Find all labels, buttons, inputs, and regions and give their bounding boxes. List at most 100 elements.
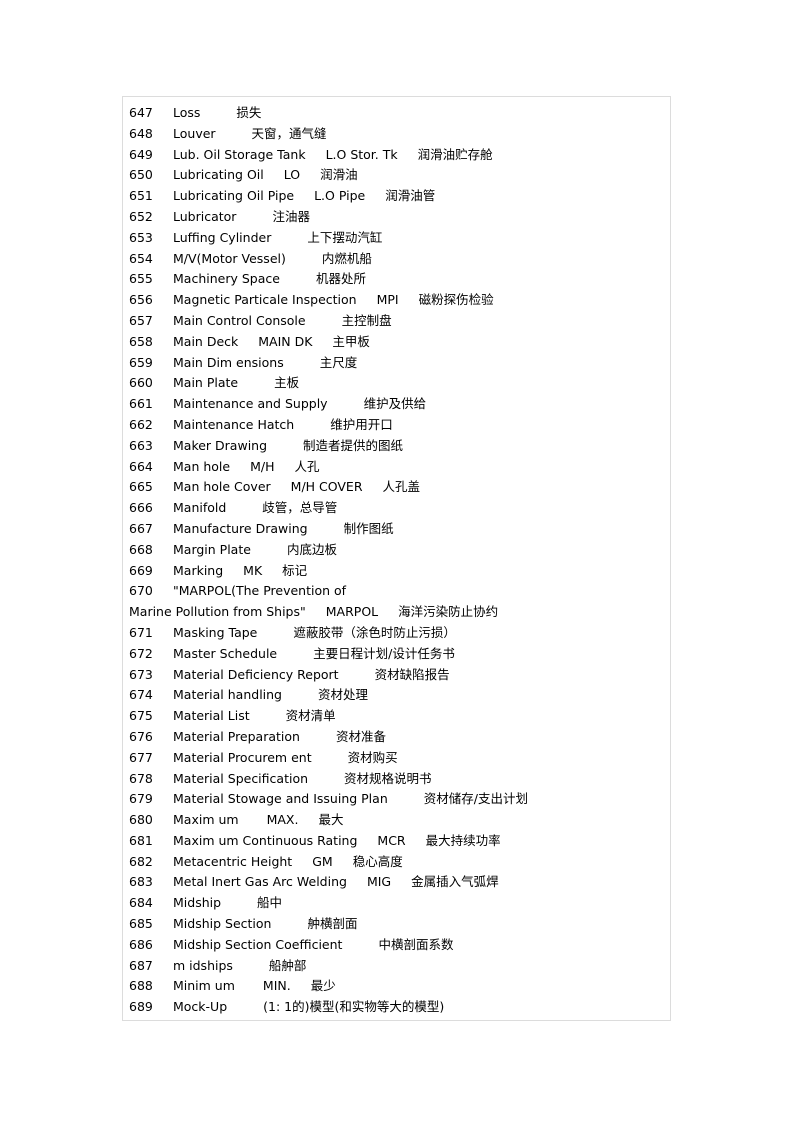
entry-term: Material Procurem ent	[173, 749, 312, 765]
glossary-entry: 648 Louver 天窗，通气缝	[129, 124, 670, 145]
entry-term: Loss	[173, 105, 201, 120]
entry-abbreviation: MAX.	[266, 812, 299, 828]
entry-chinese-translation: 机器处所	[315, 271, 366, 287]
entry-term: Metal Inert Gas Arc Welding	[173, 874, 347, 890]
glossary-entry: 685 Midship Section 舯横剖面	[129, 914, 670, 935]
entry-term: M/V(Motor Vessel)	[173, 250, 286, 266]
glossary-entry: 680 Maxim um MAX. 最大	[129, 810, 670, 831]
entry-term: Luffing Cylinder	[173, 229, 272, 245]
entry-chinese-translation: 中横剖面系数	[378, 936, 454, 952]
entry-chinese-translation: 主尺度	[319, 354, 358, 370]
entry-term: Metacentric Height	[173, 853, 293, 869]
entry-chinese-translation: 最大持续功率	[425, 832, 501, 848]
entry-abbreviation: MK	[243, 562, 263, 578]
entry-number: 684	[129, 895, 153, 911]
entry-number: 686	[129, 936, 153, 952]
glossary-entry: 673 Material Deficiency Report 资材缺陷报告	[129, 665, 670, 686]
entry-term: Master Schedule	[173, 645, 278, 661]
glossary-entry: 665 Man hole Cover M/H COVER 人孔盖	[129, 477, 670, 498]
glossary-entry: 664 Man hole M/H 人孔	[129, 457, 670, 478]
entry-chinese-translation: 船中	[257, 895, 283, 911]
entry-chinese-translation: 润滑油贮存舱	[417, 146, 493, 162]
entry-abbreviation: LO	[283, 167, 301, 183]
entry-abbreviation: L.O Stor. Tk	[325, 146, 398, 162]
entry-chinese-translation: 内燃机船	[321, 250, 372, 266]
entry-term: Machinery Space	[173, 271, 280, 287]
entry-number: 677	[129, 749, 153, 765]
glossary-entry: 651 Lubricating Oil Pipe L.O Pipe 润滑油管	[129, 186, 670, 207]
glossary-entry: 662 Maintenance Hatch 维护用开口	[129, 415, 670, 436]
entry-number: 674	[129, 687, 153, 703]
glossary-entry: 689 Mock-Up (1: 1的)模型(和实物等大的模型)	[129, 997, 670, 1018]
entry-term: Margin Plate	[173, 541, 251, 557]
entry-number: 673	[129, 666, 153, 682]
entry-term: Maker Drawing	[173, 437, 268, 453]
entry-abbreviation: M/H COVER	[290, 479, 363, 495]
entry-abbreviation: GM	[312, 853, 333, 869]
entry-number: 675	[129, 708, 153, 724]
entry-term: Marine Pollution from Ships"	[129, 604, 306, 620]
entry-number: 667	[129, 520, 153, 536]
entry-chinese-translation: 资材储存/支出计划	[423, 791, 528, 807]
glossary-entry: 652 Lubricator 注油器	[129, 207, 670, 228]
entry-term: Man hole	[173, 458, 231, 474]
entry-term: Material Stowage and Issuing Plan	[173, 791, 388, 807]
entry-number: 680	[129, 812, 153, 828]
entry-number: 681	[129, 832, 153, 848]
entry-term: Lub. Oil Storage Tank	[173, 146, 306, 162]
entry-term: Main Plate	[173, 375, 239, 391]
entry-chinese-translation: 制作图纸	[343, 520, 394, 536]
entry-number: 651	[129, 188, 153, 204]
glossary-entry: 683 Metal Inert Gas Arc Welding MIG 金属插入气弧焊	[129, 872, 670, 893]
entry-abbreviation: MPI	[376, 292, 399, 308]
entry-chinese-translation: 注油器	[272, 208, 310, 224]
glossary-entry: 660 Main Plate 主板	[129, 373, 670, 394]
glossary-entry: 687 m idships 船舯部	[129, 956, 670, 977]
entry-term: "MARPOL(The Prevention of	[173, 583, 347, 599]
entry-number: 662	[129, 416, 153, 432]
entry-number: 658	[129, 333, 153, 349]
entry-term: Marking	[173, 562, 224, 578]
entry-number: 688	[129, 978, 153, 994]
entry-chinese-translation: (1: 1的)模型(和实物等大的模型)	[263, 999, 445, 1015]
entry-chinese-translation: 主要日程计划/设计任务书	[313, 645, 455, 661]
glossary-entry: 671 Masking Tape 遮蔽胶带（涂色时防止污损）	[129, 623, 670, 644]
entry-number: 682	[129, 853, 153, 869]
entry-chinese-translation: 歧管，总导管	[262, 500, 338, 516]
glossary-entry: 661 Maintenance and Supply 维护及供给	[129, 394, 670, 415]
glossary-entry: 668 Margin Plate 内底边板	[129, 540, 670, 561]
entry-term: Magnetic Particale Inspection	[173, 292, 357, 308]
glossary-entry: 686 Midship Section Coefficient 中横剖面系数	[129, 935, 670, 956]
entry-number: 671	[129, 624, 153, 640]
entry-number: 657	[129, 312, 153, 328]
entry-number: 654	[129, 250, 153, 266]
entry-number: 685	[129, 916, 153, 932]
glossary-entry: 657 Main Control Console 主控制盘	[129, 311, 670, 332]
entry-number: 649	[129, 146, 153, 162]
entry-chinese-translation: 资材购买	[347, 749, 398, 765]
glossary-entry: 681 Maxim um Continuous Rating MCR 最大持续功率	[129, 831, 670, 852]
glossary-entry: 674 Material handling 资材处理	[129, 685, 670, 706]
entry-term: Maintenance Hatch	[173, 416, 295, 432]
glossary-list: 647 Loss 损失 648 Louver 天窗，通气缝 649 Lub. Oil Stor…	[129, 103, 670, 1018]
entry-chinese-translation: 润滑油管	[385, 188, 436, 204]
glossary-entry: 667 Manufacture Drawing 制作图纸	[129, 519, 670, 540]
entry-number: 655	[129, 271, 153, 287]
entry-chinese-translation: 资材缺陷报告	[374, 666, 450, 682]
entry-chinese-translation: 人孔	[294, 458, 320, 474]
glossary-entry: 650 Lubricating Oil LO 润滑油	[129, 165, 670, 186]
entry-chinese-translation: 人孔盖	[382, 479, 421, 495]
entry-number: 650	[129, 167, 153, 183]
glossary-entry: 647 Loss 损失	[129, 103, 670, 124]
glossary-entry: 675 Material List 资材清单	[129, 706, 670, 727]
entry-term: Midship Section	[173, 916, 272, 932]
entry-number: 661	[129, 396, 153, 412]
entry-term: Maxim um Continuous Rating	[173, 832, 358, 848]
entry-number: 656	[129, 292, 153, 308]
entry-number: 648	[129, 125, 153, 141]
glossary-entry: 666 Manifold 歧管，总导管	[129, 498, 670, 519]
glossary-entry: 684 Midship 船中	[129, 893, 670, 914]
entry-term: Maintenance and Supply	[173, 396, 328, 412]
entry-term: Midship	[173, 895, 222, 911]
glossary-entry: 677 Material Procurem ent 资材购买	[129, 748, 670, 769]
